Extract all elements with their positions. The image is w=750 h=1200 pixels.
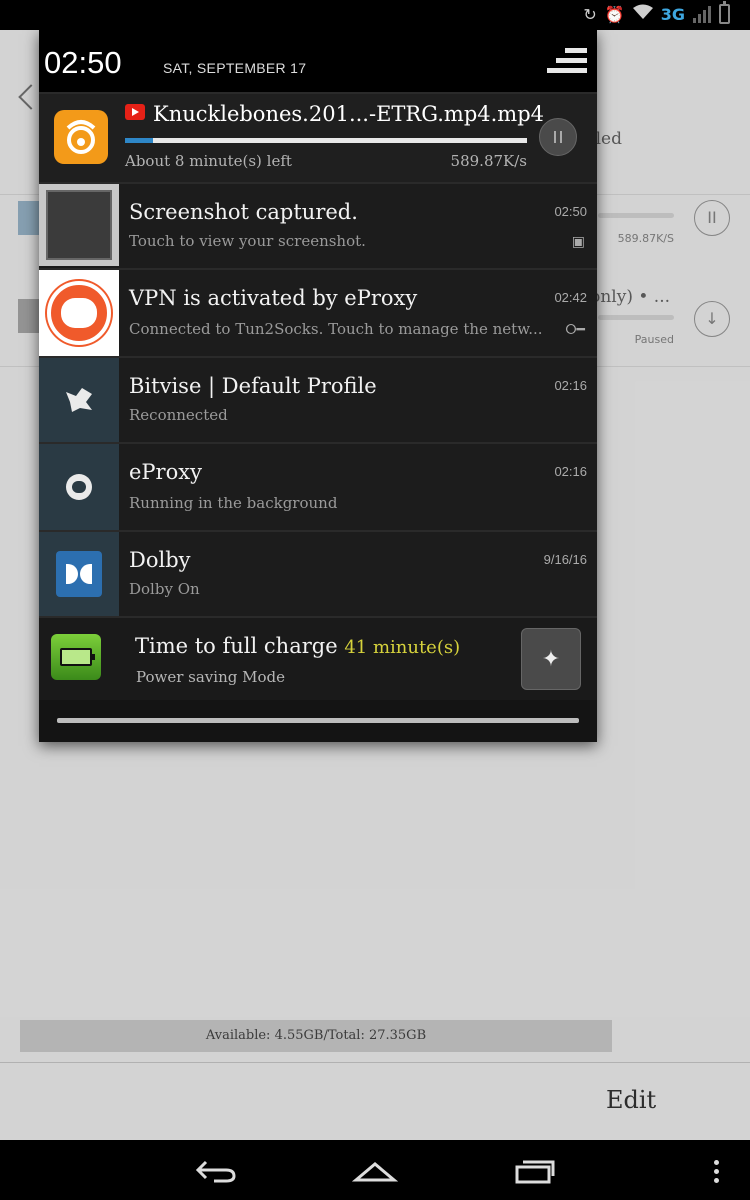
notification-time: 9/16/16 [543,552,587,567]
vpn-key-icon: ⭘━ [565,322,585,338]
image-icon: ▣ [571,234,585,250]
eproxy-icon [39,444,119,530]
recent-apps-icon[interactable] [512,1154,558,1188]
eproxy-icon [39,270,119,356]
download-speed: 589.87K/s [450,152,527,170]
notification-time: 02:16 [554,378,587,393]
menu-icon[interactable] [706,1154,726,1188]
notification-shade: 02:50 SAT, SEPTEMBER 17 Knucklebones.201… [39,30,597,742]
home-icon[interactable] [352,1154,398,1188]
vpn-notification[interactable]: VPN is activated by eProxy Connected to … [39,268,597,356]
charge-time: 41 minute(s) [344,637,461,658]
clear-all-icon[interactable] [547,48,587,76]
back-icon[interactable] [192,1154,238,1188]
dolby-notification[interactable]: Dolby Dolby On 9/16/16 [39,530,597,616]
eproxy-notification[interactable]: eProxy Running in the background 02:16 [39,442,597,530]
clock-time: 02:50 [44,45,122,80]
pause-button[interactable] [539,118,577,156]
notification-subtitle: Power saving Mode [136,668,285,686]
alarm-icon: ⏰ [604,4,625,24]
notification-time: 02:50 [554,204,587,219]
notification-title: VPN is activated by eProxy [129,286,418,310]
notification-title: Dolby [129,548,191,572]
notification-subtitle: Reconnected [129,406,228,424]
download-title: Knucklebones.201...-ETRG.mp4.mp4 [153,102,545,126]
download-progress-bar [125,138,527,143]
notification-time: 02:42 [554,290,587,305]
download-notification[interactable]: Knucklebones.201...-ETRG.mp4.mp4 About 8… [39,92,597,182]
screen-rotation-icon: ↻ [583,4,597,24]
dolby-icon [39,532,119,616]
time-remaining: About 8 minute(s) left [125,152,292,170]
status-bar: ↻ ⏰ 3G [0,0,750,30]
battery-charging-icon [51,634,101,680]
bitvise-notification[interactable]: Bitvise | Default Profile Reconnected 02… [39,356,597,442]
shade-header: 02:50 SAT, SEPTEMBER 17 [39,30,597,92]
download-progress-fill [125,138,154,143]
network-type: 3G [660,4,685,24]
notification-title: Time to full charge 41 minute(s) [135,634,460,658]
notification-subtitle: Dolby On [129,580,200,598]
youtube-icon [125,104,145,120]
navigation-bar [0,1140,750,1200]
screenshot-notification[interactable]: Screenshot captured. Touch to view your … [39,182,597,268]
uc-browser-icon [54,110,108,164]
notification-title: Bitvise | Default Profile [129,374,377,398]
notification-subtitle: Touch to view your screenshot. [129,232,366,250]
shade-drag-handle[interactable] [57,718,579,723]
notification-subtitle: Running in the background [129,494,338,512]
notification-subtitle: Connected to Tun2Socks. Touch to manage … [129,320,543,338]
wifi-icon [632,4,653,24]
bitvise-icon [39,358,119,442]
screenshot-thumbnail [39,184,119,266]
signal-icon [693,5,711,23]
clock-date: SAT, SEPTEMBER 17 [163,60,307,76]
notification-title: Screenshot captured. [129,200,358,224]
power-saving-toggle-icon[interactable]: ✦ [521,628,581,690]
notification-time: 02:16 [554,464,587,479]
battery-icon [719,1,730,24]
notification-title: eProxy [129,460,202,484]
battery-notification[interactable]: Time to full charge 41 minute(s) Power s… [39,616,597,700]
charge-label: Time to full charge [135,634,338,658]
